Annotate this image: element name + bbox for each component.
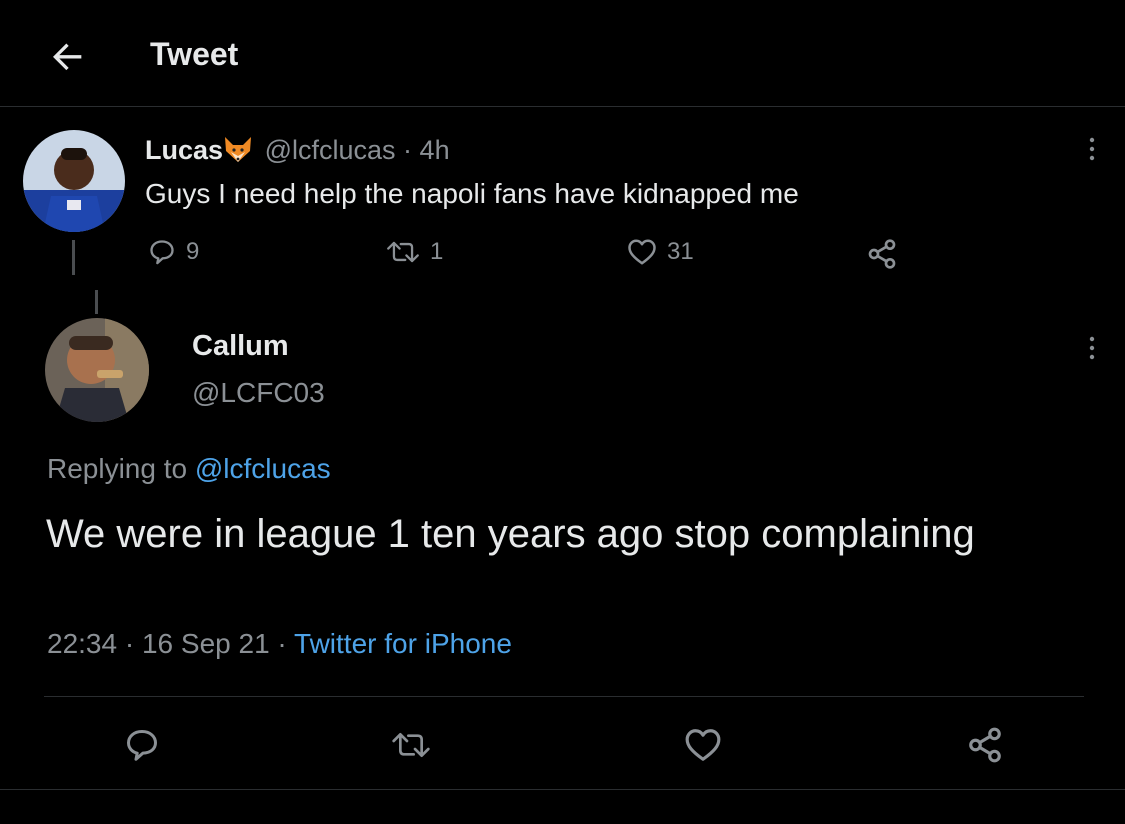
divider	[44, 696, 1084, 697]
share-icon[interactable]	[866, 238, 898, 270]
callum-avatar[interactable]	[45, 318, 149, 422]
reply-time[interactable]: 22:34	[47, 628, 117, 659]
retweet-icon	[387, 241, 419, 263]
reply-author-handle[interactable]: @LCFC03	[192, 377, 325, 409]
reply-source[interactable]: Twitter for iPhone	[294, 628, 512, 659]
reply-author-name[interactable]: Callum	[192, 330, 289, 363]
lucas-avatar[interactable]	[23, 130, 125, 232]
reply-timestamp: 22:34 · 16 Sep 21 · Twitter for iPhone	[47, 628, 512, 660]
reply-action[interactable]: 9	[148, 238, 199, 266]
replying-to-line: Replying to @lcfclucas	[47, 453, 331, 485]
like-action[interactable]: 31	[627, 238, 694, 266]
tweet-author-line: Lucas @lcfclucas · 4h	[145, 135, 450, 166]
retweet-count: 1	[430, 238, 444, 265]
share-icon[interactable]	[966, 726, 1004, 764]
retweet-icon[interactable]	[391, 729, 431, 761]
heart-icon	[628, 239, 656, 265]
more-options-icon[interactable]	[1082, 334, 1102, 364]
more-options-icon[interactable]	[1082, 135, 1102, 165]
author-name[interactable]: Lucas	[145, 135, 223, 165]
meta-separator: ·	[403, 135, 413, 165]
replying-prefix: Replying to	[47, 453, 188, 484]
thread-connector	[95, 290, 98, 314]
author-handle[interactable]: @lcfclucas	[265, 135, 396, 165]
replying-to-mention[interactable]: @lcfclucas	[195, 453, 331, 484]
page-title: Tweet	[150, 36, 239, 72]
meta-separator: ·	[124, 628, 135, 659]
reply-icon[interactable]	[124, 727, 160, 763]
tweet-age[interactable]: 4h	[420, 135, 450, 165]
reply-icon	[150, 240, 174, 265]
thread-connector	[72, 240, 75, 275]
arrow-left-icon[interactable]	[48, 36, 88, 76]
reply-text: We were in league 1 ten years ago stop c…	[46, 512, 975, 556]
heart-icon[interactable]	[684, 727, 722, 763]
like-count: 31	[667, 238, 694, 265]
fox-face-emoji	[225, 137, 252, 162]
top-bar: Tweet	[0, 0, 1125, 107]
retweet-action[interactable]: 1	[386, 238, 443, 266]
divider	[0, 789, 1125, 790]
tweet-text: Guys I need help the napoli fans have ki…	[145, 178, 799, 209]
meta-separator: ·	[277, 628, 287, 659]
reply-count: 9	[186, 238, 200, 265]
reply-date[interactable]: 16 Sep 21	[142, 628, 270, 659]
